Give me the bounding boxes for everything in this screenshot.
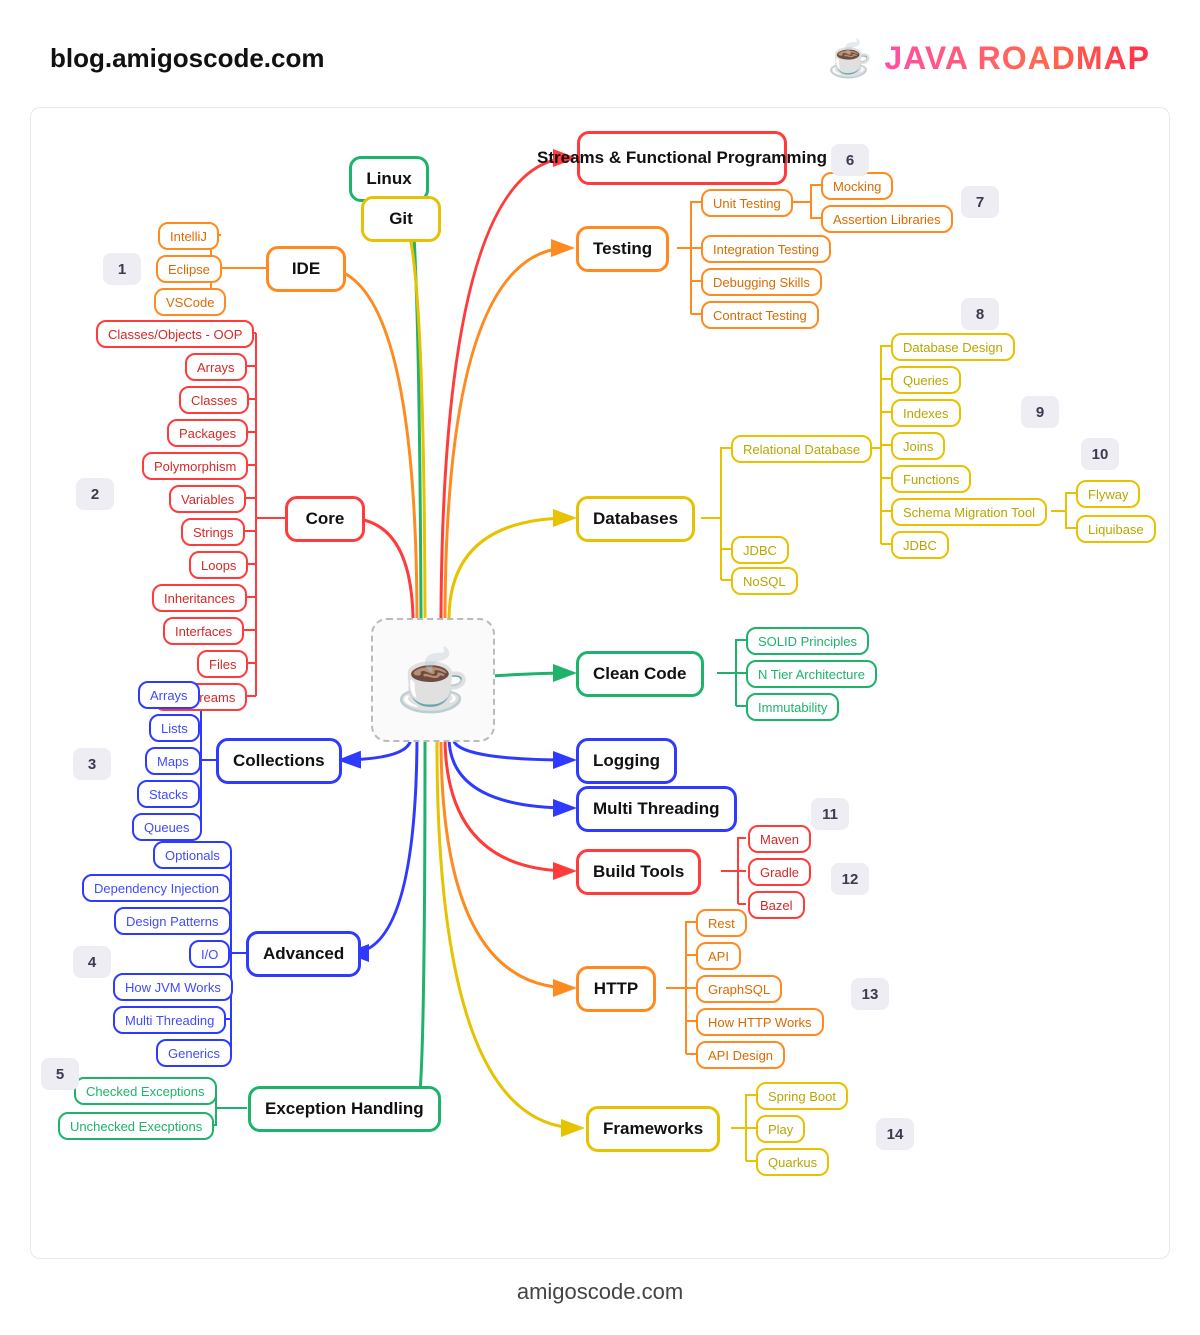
test-opt-2: Debugging Skills — [701, 268, 822, 296]
coll-opt-1: Lists — [149, 714, 200, 742]
footer: amigoscode.com — [0, 1259, 1200, 1335]
coll-opt-3: Stacks — [137, 780, 200, 808]
adv-opt-4: How JVM Works — [113, 973, 233, 1001]
coll-opt-0: Arrays — [138, 681, 200, 709]
node-collections: Collections — [216, 738, 342, 784]
badge-5: 5 — [41, 1058, 79, 1090]
adv-opt-3: I/O — [189, 940, 230, 968]
node-advanced: Advanced — [246, 931, 361, 977]
core-opt-4: Polymorphism — [142, 452, 248, 480]
exh-opt-1: Unchecked Execptions — [58, 1112, 214, 1140]
ide-opt-2: VSCode — [154, 288, 226, 316]
java-icon: ☕ — [828, 41, 873, 77]
rel-opt-1: Queries — [891, 366, 961, 394]
title-wrap: ☕ JAVA ROADMAP — [828, 40, 1150, 77]
ide-opt-0: IntelliJ — [158, 222, 219, 250]
adv-opt-1: Dependency Injection — [82, 874, 231, 902]
adv-opt-2: Design Patterns — [114, 907, 231, 935]
node-logging: Logging — [576, 738, 677, 784]
node-core: Core — [285, 496, 365, 542]
badge-7: 7 — [961, 186, 999, 218]
fw-opt-0: Spring Boot — [756, 1082, 848, 1110]
http-opt-3: How HTTP Works — [696, 1008, 824, 1036]
node-fw: Frameworks — [586, 1106, 720, 1152]
badge-2: 2 — [76, 478, 114, 510]
badge-1: 1 — [103, 253, 141, 285]
fw-opt-1: Play — [756, 1115, 805, 1143]
clean-opt-2: Immutability — [746, 693, 839, 721]
node-streams: Streams & Functional Programming — [577, 131, 787, 185]
node-git: Git — [361, 196, 441, 242]
rel-opt-3: Joins — [891, 432, 945, 460]
test-opt-0: Unit Testing — [701, 189, 793, 217]
node-ide: IDE — [266, 246, 346, 292]
unit-sub-1: Assertion Libraries — [821, 205, 953, 233]
clean-opt-1: N Tier Architecture — [746, 660, 877, 688]
badge-3: 3 — [73, 748, 111, 780]
test-opt-1: Integration Testing — [701, 235, 831, 263]
http-opt-0: Rest — [696, 909, 747, 937]
mindmap-canvas: ☕ Linux Git IDE IntelliJ Eclipse VSCode … — [41, 118, 1161, 1248]
page-title: JAVA ROADMAP — [884, 40, 1150, 77]
core-opt-5: Variables — [169, 485, 246, 513]
core-opt-7: Loops — [189, 551, 248, 579]
db-opt-1: JDBC — [731, 536, 789, 564]
core-opt-10: Files — [197, 650, 248, 678]
fw-opt-2: Quarkus — [756, 1148, 829, 1176]
unit-sub-0: Mocking — [821, 172, 893, 200]
http-opt-4: API Design — [696, 1041, 785, 1069]
coll-opt-4: Queues — [132, 813, 202, 841]
test-opt-3: Contract Testing — [701, 301, 819, 329]
core-opt-6: Strings — [181, 518, 245, 546]
adv-opt-0: Optionals — [153, 841, 232, 869]
build-opt-1: Gradle — [748, 858, 811, 886]
http-opt-2: GraphSQL — [696, 975, 782, 1003]
badge-9: 9 — [1021, 396, 1059, 428]
node-db: Databases — [576, 496, 695, 542]
node-http: HTTP — [576, 966, 656, 1012]
badge-12: 12 — [831, 863, 869, 895]
badge-14: 14 — [876, 1118, 914, 1150]
node-multi: Multi Threading — [576, 786, 737, 832]
mig-opt-0: Flyway — [1076, 480, 1140, 508]
exh-opt-0: Checked Exceptions — [74, 1077, 217, 1105]
adv-opt-6: Generics — [156, 1039, 232, 1067]
core-opt-8: Inheritances — [152, 584, 247, 612]
node-testing: Testing — [576, 226, 669, 272]
core-opt-0: Classes/Objects - OOP — [96, 320, 254, 348]
badge-10: 10 — [1081, 438, 1119, 470]
db-opt-0: Relational Database — [731, 435, 872, 463]
badge-8: 8 — [961, 298, 999, 330]
rel-opt-2: Indexes — [891, 399, 961, 427]
coll-opt-2: Maps — [145, 747, 201, 775]
node-clean: Clean Code — [576, 651, 704, 697]
http-opt-1: API — [696, 942, 741, 970]
rel-opt-4: Functions — [891, 465, 971, 493]
core-opt-1: Arrays — [185, 353, 247, 381]
node-exh: Exception Handling — [248, 1086, 441, 1132]
rel-opt-5: Schema Migration Tool — [891, 498, 1047, 526]
mig-opt-1: Liquibase — [1076, 515, 1156, 543]
core-opt-9: Interfaces — [163, 617, 244, 645]
center-java-icon: ☕ — [371, 618, 495, 742]
ide-opt-1: Eclipse — [156, 255, 222, 283]
build-opt-2: Bazel — [748, 891, 805, 919]
clean-opt-0: SOLID Principles — [746, 627, 869, 655]
core-opt-3: Packages — [167, 419, 248, 447]
build-opt-0: Maven — [748, 825, 811, 853]
badge-4: 4 — [73, 946, 111, 978]
core-opt-2: Classes — [179, 386, 249, 414]
badge-11: 11 — [811, 798, 849, 830]
blog-url: blog.amigoscode.com — [50, 43, 325, 74]
badge-13: 13 — [851, 978, 889, 1010]
node-build: Build Tools — [576, 849, 701, 895]
db-opt-2: NoSQL — [731, 567, 798, 595]
adv-opt-5: Multi Threading — [113, 1006, 226, 1034]
rel-opt-0: Database Design — [891, 333, 1015, 361]
header: blog.amigoscode.com ☕ JAVA ROADMAP — [0, 0, 1200, 87]
rel-opt-6: JDBC — [891, 531, 949, 559]
badge-6: 6 — [831, 144, 869, 176]
